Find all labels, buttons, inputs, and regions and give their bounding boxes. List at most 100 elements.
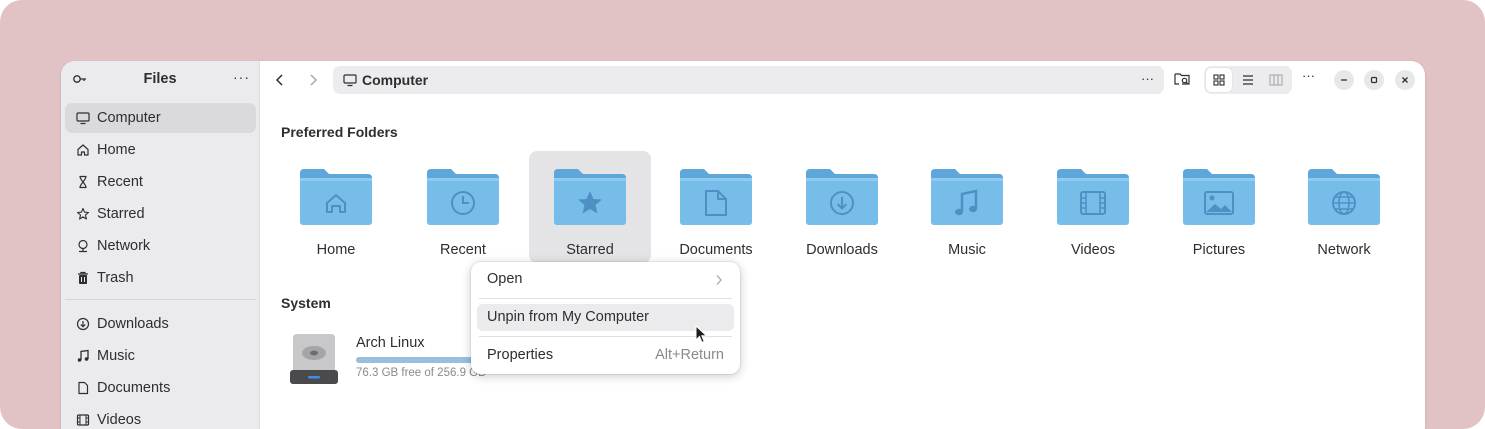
close-icon [1402, 77, 1408, 83]
downloads-folder-icon [806, 169, 878, 225]
downloads-icon [76, 317, 90, 331]
trash-icon [78, 271, 88, 284]
minimize-button[interactable] [1334, 70, 1354, 90]
sidebar-item-home[interactable]: Home [65, 135, 256, 165]
menu-item-properties[interactable]: Properties Alt+Return [477, 342, 734, 369]
folder-label: Music [948, 242, 986, 258]
folder-label: Network [1317, 242, 1371, 258]
folder-starred[interactable]: Starred [529, 151, 651, 263]
menu-item-open[interactable]: Open [477, 266, 734, 293]
music-folder-icon [931, 169, 1003, 225]
menu-item-label: Unpin from My Computer [487, 309, 649, 325]
network-folder-icon [1308, 169, 1380, 225]
list-view-button[interactable] [1235, 68, 1261, 92]
system-heading: System [281, 295, 331, 311]
sidebar: Files ··· Computer Home Recent Starred N… [61, 61, 260, 429]
grid-view-button[interactable] [1206, 68, 1232, 92]
sidebar-divider [65, 299, 256, 300]
folder-label: Pictures [1192, 242, 1246, 258]
forward-button[interactable] [303, 70, 323, 90]
sidebar-item-label: Computer [97, 110, 161, 126]
search-folder-icon[interactable] [1173, 70, 1191, 88]
mouse-pointer-icon [695, 325, 708, 344]
home-icon [77, 144, 89, 156]
sidebar-item-label: Trash [97, 270, 134, 286]
videos-folder-icon [1057, 169, 1129, 225]
sidebar-menu-icon[interactable]: ··· [233, 69, 251, 87]
network-icon [78, 239, 88, 253]
menu-item-label: Properties [487, 347, 554, 363]
sidebar-item-label: Music [97, 348, 135, 364]
view-switcher [1204, 66, 1292, 94]
main-menu-icon[interactable]: ··· [1302, 68, 1315, 83]
sidebar-item-label: Documents [97, 380, 171, 396]
context-menu: Open Unpin from My Computer Properties A… [471, 262, 740, 374]
starred-folder-icon [554, 169, 626, 225]
pictures-folder-icon [1183, 169, 1255, 225]
files-window: Files ··· Computer Home Recent Starred N… [61, 61, 1425, 429]
sidebar-item-label: Videos [97, 412, 142, 428]
close-button[interactable] [1395, 70, 1415, 90]
location-bar[interactable]: Computer ··· [333, 66, 1164, 94]
sidebar-item-downloads[interactable]: Downloads [65, 309, 256, 339]
folder-label: Videos [1070, 242, 1116, 258]
sidebar-item-music[interactable]: Music [65, 341, 256, 371]
location-label: Computer [362, 72, 429, 88]
computer-icon [343, 74, 357, 87]
recent-folder-icon [427, 169, 499, 225]
location-menu-icon[interactable]: ··· [1141, 71, 1154, 86]
folder-documents[interactable]: Documents [655, 151, 777, 263]
documents-icon [78, 381, 89, 395]
menu-item-accelerator: Alt+Return [655, 347, 724, 363]
videos-icon [76, 414, 90, 426]
hard-drive-icon [290, 334, 338, 384]
sidebar-item-videos[interactable]: Videos [65, 405, 256, 429]
computer-icon [76, 112, 90, 125]
sidebar-list: Computer Home Recent Starred Network Tra… [65, 103, 256, 429]
maximize-button[interactable] [1364, 70, 1384, 90]
columns-icon [1269, 74, 1283, 86]
documents-folder-icon [680, 169, 752, 225]
grid-icon [1213, 74, 1225, 86]
sidebar-item-label: Starred [97, 206, 145, 222]
sidebar-item-starred[interactable]: Starred [65, 199, 256, 229]
drive-free-space: 76.3 GB free of 256.9 GB [356, 367, 486, 379]
sidebar-item-label: Downloads [97, 316, 169, 332]
folder-home[interactable]: Home [275, 151, 397, 263]
chevron-right-icon [716, 275, 722, 285]
drive-name: Arch Linux [356, 335, 425, 351]
folder-network[interactable]: Network [1283, 151, 1405, 263]
sidebar-title: Files [143, 71, 177, 87]
back-button[interactable] [270, 70, 290, 90]
menu-item-label: Open [487, 271, 523, 287]
sidebar-item-computer[interactable]: Computer [65, 103, 256, 133]
sidebar-item-label: Network [97, 238, 151, 254]
folder-videos[interactable]: Videos [1032, 151, 1154, 263]
sidebar-header: Files ··· [61, 61, 259, 97]
minimize-icon [1341, 79, 1347, 81]
folder-pictures[interactable]: Pictures [1158, 151, 1280, 263]
sidebar-item-recent[interactable]: Recent [65, 167, 256, 197]
recent-icon [79, 175, 87, 189]
star-icon [76, 207, 90, 220]
drive-usage-fill [356, 357, 490, 363]
preferred-folders-heading: Preferred Folders [281, 124, 398, 140]
folder-label: Documents [679, 242, 753, 258]
sidebar-item-label: Home [97, 142, 136, 158]
folder-recent[interactable]: Recent [402, 151, 524, 263]
music-icon [77, 349, 89, 362]
folder-music[interactable]: Music [906, 151, 1028, 263]
menu-separator [479, 298, 732, 299]
home-folder-icon [300, 169, 372, 225]
folder-label: Home [316, 242, 356, 258]
maximize-icon [1370, 76, 1378, 84]
sidebar-item-label: Recent [97, 174, 143, 190]
folder-label: Downloads [806, 242, 878, 258]
sidebar-item-trash[interactable]: Trash [65, 263, 256, 293]
folder-label: Starred [566, 242, 614, 258]
folder-downloads[interactable]: Downloads [781, 151, 903, 263]
columns-view-button[interactable] [1263, 68, 1289, 92]
sidebar-item-network[interactable]: Network [65, 231, 256, 261]
list-icon [1243, 75, 1253, 85]
sidebar-item-documents[interactable]: Documents [65, 373, 256, 403]
